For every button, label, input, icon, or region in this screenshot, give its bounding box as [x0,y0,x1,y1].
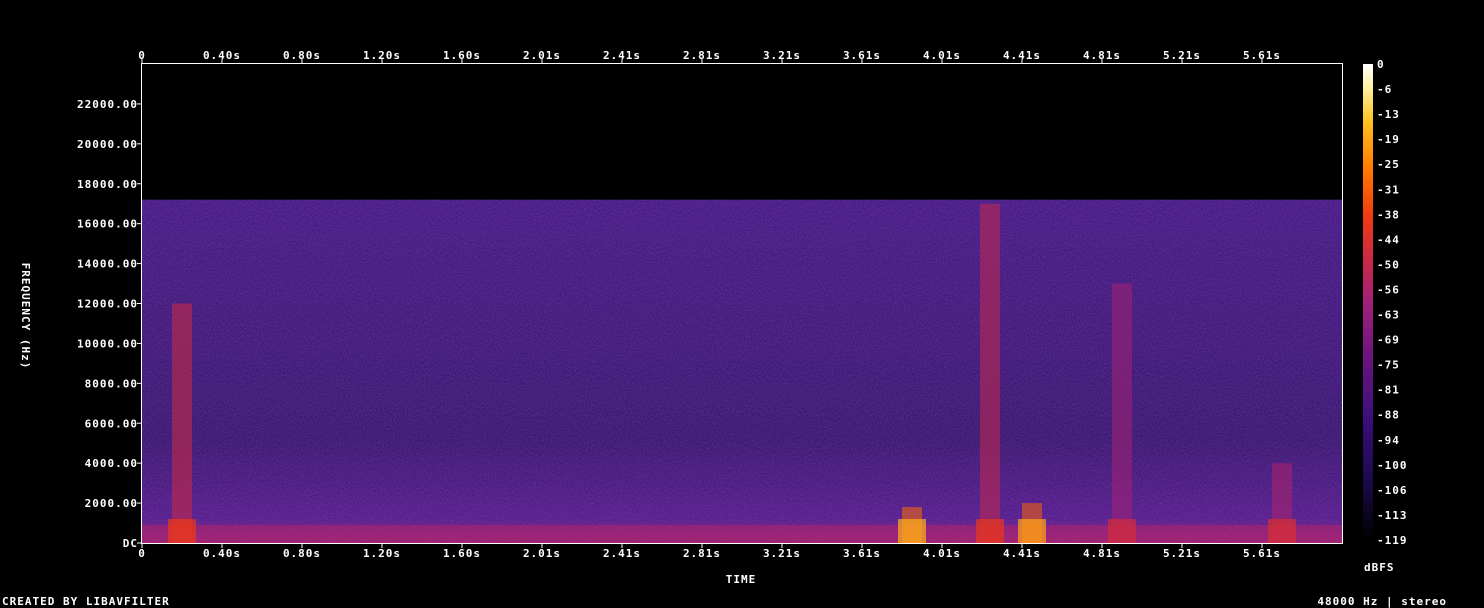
colorbar-tick-label: -94 [1377,434,1400,447]
frequency-tick-label: 20000.00 [77,138,138,151]
energy-burst [172,303,192,543]
bottom-time-tick-label: 2.01s [523,547,561,560]
bottom-time-tick-label: 1.20s [363,547,401,560]
bottom-time-tick-label: 4.41s [1003,547,1041,560]
colorbar-tick-label: -81 [1377,384,1400,397]
frequency-axis: DC 2000.00 4000.00 6000.00 8000.00 10000.00 12… [77,98,142,550]
frequency-tick-label: 4000.00 [85,457,138,470]
top-time-axis: 0 0.40s 0.80s 1.20s 1.60s 2.01s 2.41s 2.81s 3.21… [138,49,1281,64]
frequency-tick-label: 14000.00 [77,258,138,271]
colorbar-strip [1363,64,1373,540]
bottom-time-tick-label: 0.80s [283,547,321,560]
bottom-time-tick-label: 4.01s [923,547,961,560]
bottom-time-tick-label: 3.21s [763,547,801,560]
colorbar-tick-label: -100 [1377,459,1408,472]
frequency-tick-label: 18000.00 [77,178,138,191]
top-time-tick-label: 3.61s [843,49,881,62]
y-axis-label: FREQUENCY (Hz) [19,263,32,370]
colorbar-tick-label: -75 [1377,359,1400,372]
colorbar-tick-label: -69 [1377,334,1400,347]
colorbar-tick-label: -119 [1377,534,1408,547]
bottom-time-tick-label: 0 [138,547,146,560]
top-time-tick-label: 3.21s [763,49,801,62]
top-time-tick-label: 5.61s [1243,49,1281,62]
top-time-tick-label: 1.60s [443,49,481,62]
spectrogram-chart: 0 0.40s 0.80s 1.20s 1.60s 2.01s 2.41s 2.81s 3.21… [2,49,1447,608]
colorbar-tick-label: -25 [1377,158,1400,171]
top-time-tick-label: 2.41s [603,49,641,62]
colorbar: 0 -6 -13 -19 -25 -31 -38 -44 -50 -56 -63 -69 -75 -81 -… [1363,58,1408,547]
top-time-tick-label: 1.20s [363,49,401,62]
spectrogram-noise-texture [142,199,1342,543]
energy-burst-core [1108,519,1136,543]
top-time-tick-label: 4.81s [1083,49,1121,62]
colorbar-tick-label: -63 [1377,309,1400,322]
top-time-tick-label: 2.01s [523,49,561,62]
energy-burst-core [898,519,926,543]
frequency-tick-label: 10000.00 [77,337,138,350]
top-time-tick-label: 5.21s [1163,49,1201,62]
bottom-time-axis: 0 0.40s 0.80s 1.20s 1.60s 2.01s 2.41s 2.81s 3.21… [138,543,1281,560]
frequency-tick-label: 16000.00 [77,218,138,231]
top-time-tick-label: 0.40s [203,49,241,62]
bottom-time-tick-label: 2.41s [603,547,641,560]
colorbar-tick-label: -50 [1377,258,1400,271]
frequency-tick-label: DC [123,537,138,550]
colorbar-label: dBFS [1364,561,1395,574]
colorbar-tick-label: -44 [1377,233,1400,246]
bottom-time-tick-label: 3.61s [843,547,881,560]
spectrogram-plot [141,63,1343,544]
frequency-tick-label: 8000.00 [85,377,138,390]
colorbar-tick-label: -6 [1377,83,1392,96]
top-time-tick-label: 4.01s [923,49,961,62]
energy-burst-core [168,519,196,543]
bottom-time-tick-label: 1.60s [443,547,481,560]
colorbar-tick-label: -13 [1377,108,1400,121]
x-axis-label: TIME [726,573,757,586]
frequency-tick-label: 12000.00 [77,298,138,311]
colorbar-tick-label: -56 [1377,283,1400,296]
colorbar-tick-label: -38 [1377,208,1400,221]
colorbar-tick-label: -31 [1377,183,1400,196]
energy-burst [980,203,1000,544]
colorbar-tick-label: -88 [1377,409,1400,422]
bottom-time-tick-label: 5.21s [1163,547,1201,560]
low-frequency-energy [142,525,1342,543]
bottom-time-tick-label: 0.40s [203,547,241,560]
top-time-tick-label: 0.80s [283,49,321,62]
top-time-tick-label: 4.41s [1003,49,1041,62]
colorbar-tick-label: 0 [1377,58,1385,71]
energy-burst-core [1018,519,1046,543]
colorbar-tick-label: -106 [1377,484,1408,497]
footer-sample-info: 48000 Hz | stereo [1317,595,1447,608]
top-time-tick-label: 0 [138,49,146,62]
top-time-tick-label: 2.81s [683,49,721,62]
colorbar-tick-label: -19 [1377,133,1400,146]
bottom-time-tick-label: 4.81s [1083,547,1121,560]
energy-burst-core [1268,519,1296,543]
energy-burst [1112,283,1132,543]
footer-credit: CREATED BY LIBAVFILTER [2,595,170,608]
frequency-tick-label: 6000.00 [85,417,138,430]
colorbar-tick-label: -113 [1377,509,1408,522]
frequency-tick-label: 2000.00 [85,497,138,510]
frequency-tick-label: 22000.00 [77,98,138,111]
colorbar-ticks: 0 -6 -13 -19 -25 -31 -38 -44 -50 -56 -63 -69 -75 -81 -… [1377,58,1408,547]
bottom-time-tick-label: 5.61s [1243,547,1281,560]
energy-burst-core [976,519,1004,543]
bottom-time-tick-label: 2.81s [683,547,721,560]
